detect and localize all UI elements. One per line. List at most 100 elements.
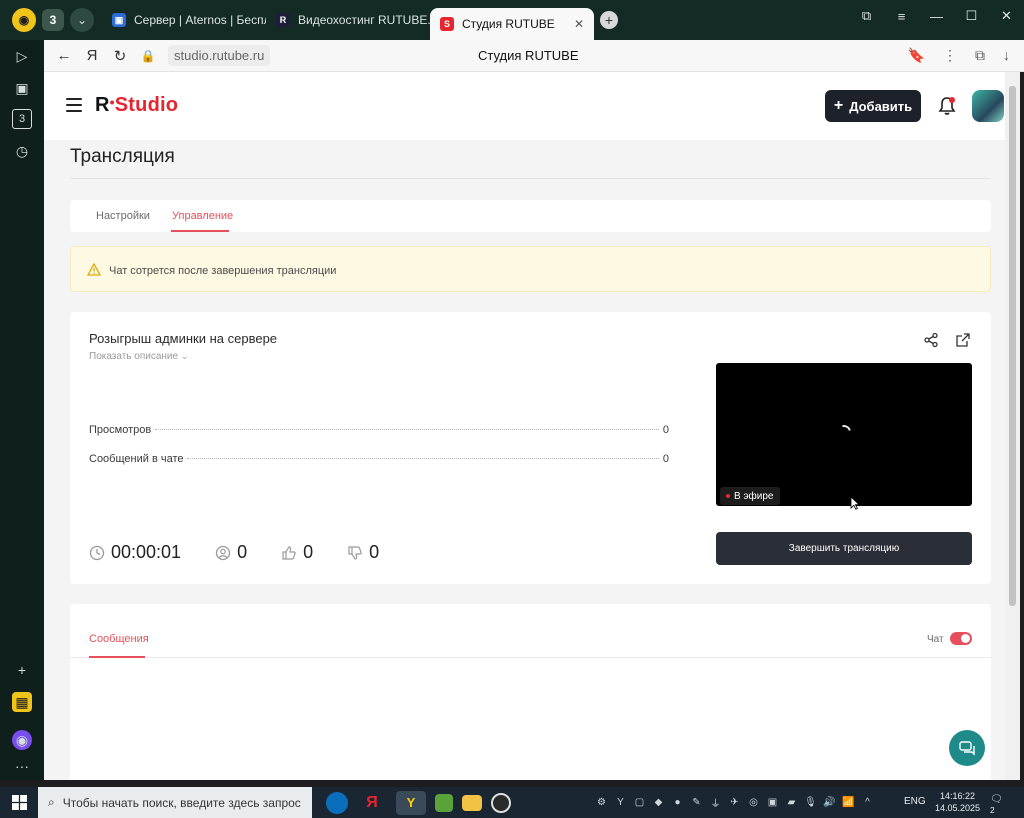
chat-bubble-icon (959, 741, 975, 756)
tab-rutube-video[interactable]: R Видеохостинг RUTUBE. С (266, 6, 430, 34)
back-icon[interactable]: ← (50, 42, 78, 70)
end-stream-button[interactable]: Завершить трансляцию (716, 532, 972, 565)
tray-game-icon[interactable]: ◆ (651, 795, 666, 810)
live-dot-icon (726, 494, 730, 498)
bell-icon[interactable] (937, 96, 957, 116)
browser-sidebar: ▷ ▣ 3 ◷ + ▦ ◉ ··· (0, 40, 44, 780)
video-preview[interactable]: В эфире (716, 363, 972, 510)
tray-screen-icon[interactable]: ▢ (632, 795, 647, 810)
warning-text: Чат сотрется после завершения трансляции (109, 265, 337, 277)
reload-icon[interactable]: ↻ (106, 42, 134, 70)
history-icon[interactable]: ◷ (12, 141, 32, 161)
browser-logo-icon[interactable]: ◉ (12, 8, 36, 32)
maximize-icon[interactable]: ☐ (954, 0, 989, 32)
tab-rutube-studio[interactable]: S Студия RUTUBE ✕ (430, 8, 594, 40)
language-indicator[interactable]: ENG (904, 796, 926, 807)
page-tabs: Настройки Управление (70, 200, 991, 232)
avatar[interactable] (972, 90, 1004, 122)
add-button[interactable]: + Добавить (825, 90, 921, 122)
alice-icon[interactable]: ◉ (12, 730, 32, 750)
stat-value: 0 (662, 424, 669, 436)
share-icon[interactable] (923, 332, 939, 348)
close-window-icon[interactable]: ✕ (989, 0, 1024, 32)
yandex-icon[interactable]: Я (78, 42, 106, 70)
tray-nvidia-icon[interactable]: ▰ (784, 795, 799, 810)
add-icon[interactable]: + (12, 660, 32, 680)
lock-icon[interactable]: 🔒 (134, 42, 162, 70)
more-menu-icon[interactable]: ⋮ (943, 47, 957, 64)
tray-record-icon[interactable]: ● (670, 795, 685, 810)
tray-app2-icon[interactable]: ▣ (765, 795, 780, 810)
edge-icon[interactable] (326, 791, 348, 814)
menu-icon[interactable]: ≡ (884, 0, 919, 32)
tray-xbox-icon[interactable]: ◎ (746, 795, 761, 810)
support-chat-button[interactable] (949, 730, 985, 766)
thumbs-up-icon (282, 545, 296, 560)
tray-chevron-icon[interactable]: ^ (860, 795, 875, 810)
yandex-browser-icon[interactable]: Y (396, 790, 426, 815)
obs-icon[interactable] (491, 792, 511, 813)
start-button[interactable] (0, 787, 38, 818)
divider (70, 657, 991, 658)
active-tab-underline (89, 656, 145, 658)
close-tab-icon[interactable]: ✕ (574, 17, 584, 31)
tray-usb-icon[interactable]: ⏚ (708, 795, 723, 810)
minimize-icon[interactable]: — (919, 0, 954, 32)
windows-taskbar: ⌕ Чтобы начать поиск, введите здесь запр… (0, 787, 1024, 818)
folder-icon[interactable] (462, 794, 482, 811)
page-title-center: Студия RUTUBE (478, 48, 579, 63)
show-description-link[interactable]: Показать описание ⌄ (89, 351, 188, 362)
rutube-favicon-icon: R (276, 13, 290, 27)
stream-card: Розыгрыш админки на сервере Показать опи… (70, 312, 991, 584)
download-icon[interactable]: ↓ (1003, 47, 1010, 64)
page-title: Трансляция (70, 146, 175, 167)
url-text[interactable]: studio.rutube.ru (168, 45, 271, 66)
chat-warning-banner: Чат сотрется после завершения трансляции (70, 246, 991, 292)
sidebar-badge[interactable]: 3 (12, 109, 32, 129)
tray-yandex-icon[interactable]: Y (613, 795, 628, 810)
live-badge: В эфире (720, 487, 780, 505)
active-tab-underline (171, 230, 229, 232)
duration-counter: 00:00:01 (89, 542, 181, 563)
tab-aternos[interactable]: ▣ Сервер | Aternos | Беспла (102, 6, 266, 34)
tray-mic-icon[interactable]: 🎙 (803, 795, 818, 810)
stat-value: 0 (662, 453, 669, 465)
tab-messages[interactable]: Сообщения (89, 633, 149, 645)
divider (70, 178, 991, 179)
tab-count-badge[interactable]: 3 (42, 9, 64, 31)
likes-counter: 0 (281, 542, 313, 563)
yandex-icon[interactable]: Я (357, 791, 387, 815)
tray-network-icon[interactable]: 📶 (841, 795, 856, 810)
studio-logo[interactable]: R•Studio (95, 94, 178, 117)
studio-header: R•Studio + Добавить (44, 72, 1005, 140)
external-link-icon[interactable] (955, 332, 971, 348)
app-icon[interactable]: ▦ (12, 692, 32, 712)
burger-menu-icon[interactable] (66, 98, 82, 112)
play-icon[interactable]: ▷ (12, 46, 32, 66)
chat-panel: Сообщения Чат (70, 604, 991, 780)
bookmark-icon[interactable]: 🔖 (908, 47, 925, 64)
tab-settings[interactable]: Настройки (96, 210, 150, 222)
collections-icon[interactable]: ⧉ (849, 0, 884, 32)
tray-app-icon[interactable]: ⚙ (594, 795, 609, 810)
more-icon[interactable]: ··· (12, 756, 32, 776)
new-tab-button[interactable]: + (600, 11, 618, 29)
search-icon: ⌕ (48, 795, 55, 809)
viewers-counter: 0 (215, 542, 247, 563)
gallery-icon[interactable]: ▣ (12, 78, 32, 98)
chat-toggle[interactable] (950, 632, 972, 645)
tray-pen-icon[interactable]: ✎ (689, 795, 704, 810)
chevron-down-icon[interactable]: ⌄ (70, 8, 94, 32)
tab-management[interactable]: Управление (172, 210, 233, 222)
extensions-icon[interactable]: ⧉ (975, 47, 985, 64)
plus-icon: + (833, 97, 844, 114)
studio-favicon-icon: S (440, 17, 454, 31)
tray-plane-icon[interactable]: ✈ (727, 795, 742, 810)
clock[interactable]: 14:16:22 14.05.2025 (935, 790, 980, 814)
page-scrollbar[interactable] (1005, 72, 1020, 780)
tray-volume-icon[interactable]: 🔊 (822, 795, 837, 810)
live-counters: 00:00:01 0 0 0 (89, 542, 413, 563)
minecraft-icon[interactable] (435, 793, 453, 812)
notifications-icon[interactable]: 🗨2 (990, 794, 1006, 815)
taskbar-search[interactable]: ⌕ Чтобы начать поиск, введите здесь запр… (38, 787, 312, 818)
